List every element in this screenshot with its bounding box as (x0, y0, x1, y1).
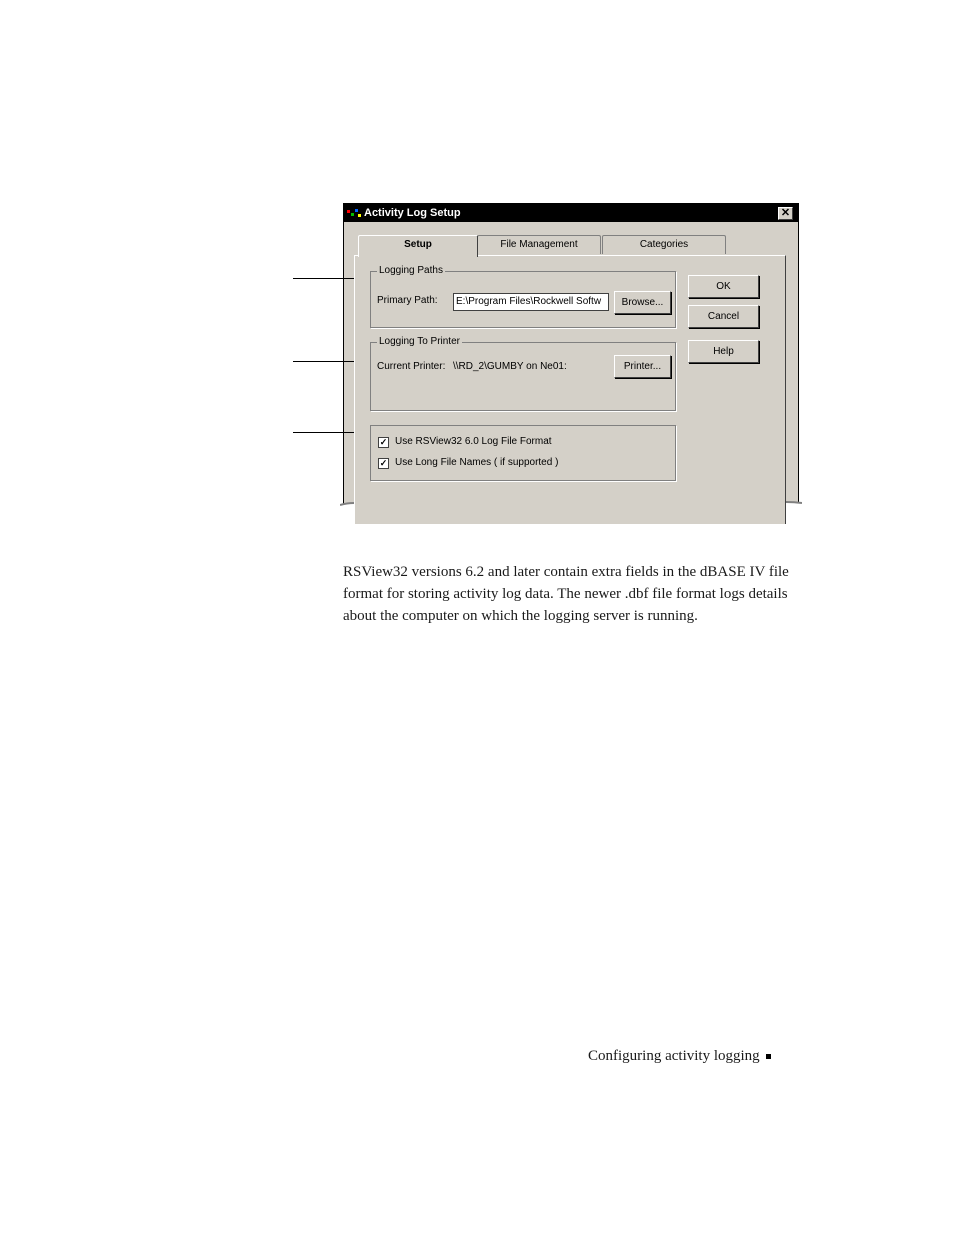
dialog-titlebar: Activity Log Setup ✕ (344, 204, 798, 222)
long-file-names-label: Use Long File Names ( if supported ) (395, 457, 559, 468)
primary-path-label: Primary Path: (377, 295, 438, 306)
close-icon: ✕ (780, 207, 791, 219)
tab-categories[interactable]: Categories (602, 235, 726, 254)
tab-setup[interactable]: Setup (358, 235, 478, 257)
primary-path-input[interactable]: E:\Program Files\Rockwell Softw (453, 293, 609, 311)
footer-bullet (766, 1054, 771, 1059)
logging-to-printer-group: Logging To Printer Current Printer: \\RD… (370, 336, 676, 411)
rsview-format-label: Use RSView32 6.0 Log File Format (395, 436, 552, 447)
app-icon (347, 209, 361, 217)
printer-button[interactable]: Printer... (614, 355, 671, 378)
tab-file-management[interactable]: File Management (477, 235, 601, 254)
long-file-names-checkbox[interactable]: ✓ (378, 458, 389, 469)
browse-button[interactable]: Browse... (614, 291, 671, 314)
log-options-group: ✓ Use RSView32 6.0 Log File Format ✓ Use… (370, 425, 676, 481)
logging-to-printer-title: Logging To Printer (377, 336, 462, 347)
close-button[interactable]: ✕ (778, 207, 793, 220)
dialog-title: Activity Log Setup (364, 207, 461, 219)
cancel-button[interactable]: Cancel (688, 305, 759, 328)
logging-paths-title: Logging Paths (377, 265, 445, 276)
body-paragraph: RSView32 versions 6.2 and later contain … (343, 564, 789, 624)
logging-paths-group: Logging Paths Primary Path: E:\Program F… (370, 265, 676, 328)
rsview-format-checkbox[interactable]: ✓ (378, 437, 389, 448)
current-printer-label: Current Printer: (377, 361, 446, 372)
help-button[interactable]: Help (688, 340, 759, 363)
ok-button[interactable]: OK (688, 275, 759, 298)
activity-log-setup-dialog: Activity Log Setup ✕ Setup File Manageme… (343, 203, 799, 525)
footer-chapter-title: Configuring activity logging (588, 1048, 760, 1064)
current-printer-value: \\RD_2\GUMBY on Ne01: (453, 361, 567, 372)
setup-tab-panel: Logging Paths Primary Path: E:\Program F… (354, 255, 786, 524)
